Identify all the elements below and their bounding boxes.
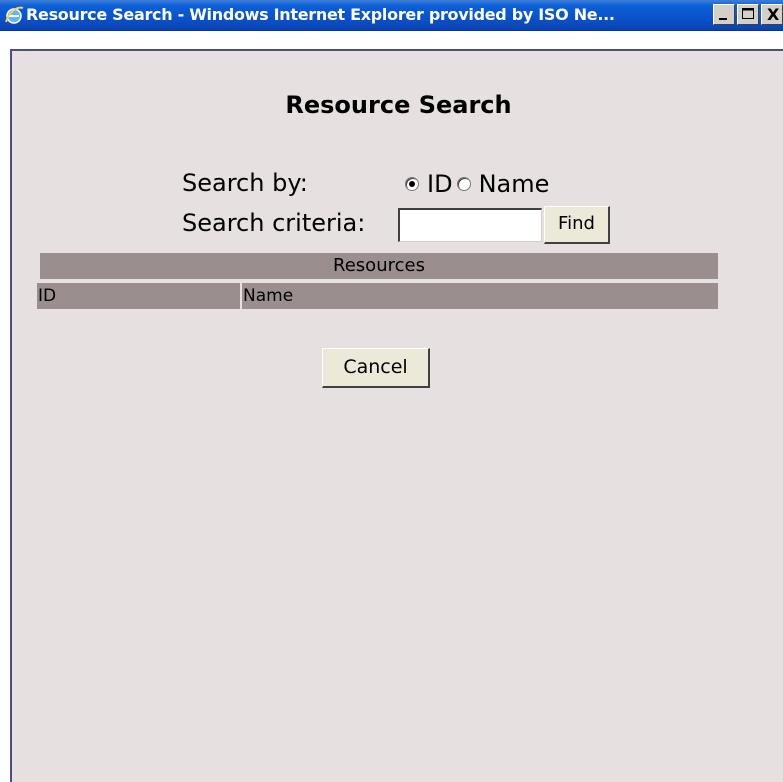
search-criteria-input[interactable] bbox=[398, 208, 542, 242]
browser-window: Resource Search - Windows Internet Explo… bbox=[0, 0, 783, 782]
minimize-button[interactable] bbox=[713, 4, 735, 25]
minimize-icon bbox=[719, 18, 727, 20]
internet-explorer-icon bbox=[5, 6, 24, 24]
search-by-label: Search by: bbox=[182, 169, 308, 197]
table-caption: Resources bbox=[40, 253, 718, 279]
table-header-row: ID Name bbox=[37, 283, 718, 309]
close-icon: X bbox=[767, 5, 780, 24]
radio-id-label[interactable]: ID bbox=[427, 170, 453, 198]
column-header-id[interactable]: ID bbox=[37, 283, 240, 309]
search-by-radio-group: ID Name bbox=[405, 169, 553, 199]
page-title: Resource Search bbox=[285, 91, 512, 119]
column-header-name[interactable]: Name bbox=[242, 283, 718, 309]
page-content: Resource Search Search by: ID Name Searc… bbox=[10, 49, 783, 782]
radio-id[interactable] bbox=[405, 177, 419, 191]
radio-name[interactable] bbox=[456, 177, 471, 191]
cancel-button[interactable]: Cancel bbox=[322, 348, 430, 388]
resources-table: Resources ID Name bbox=[37, 253, 718, 309]
maximize-button[interactable] bbox=[737, 4, 759, 25]
maximize-icon bbox=[742, 8, 754, 19]
window-title: Resource Search - Windows Internet Explo… bbox=[26, 5, 615, 24]
window-titlebar[interactable]: Resource Search - Windows Internet Explo… bbox=[0, 0, 783, 31]
find-button[interactable]: Find bbox=[544, 206, 610, 244]
window-controls: X bbox=[713, 4, 783, 26]
search-criteria-label: Search criteria: bbox=[182, 209, 366, 237]
window-left-border bbox=[0, 31, 10, 782]
radio-name-label[interactable]: Name bbox=[479, 170, 550, 198]
close-button[interactable]: X bbox=[761, 4, 783, 25]
